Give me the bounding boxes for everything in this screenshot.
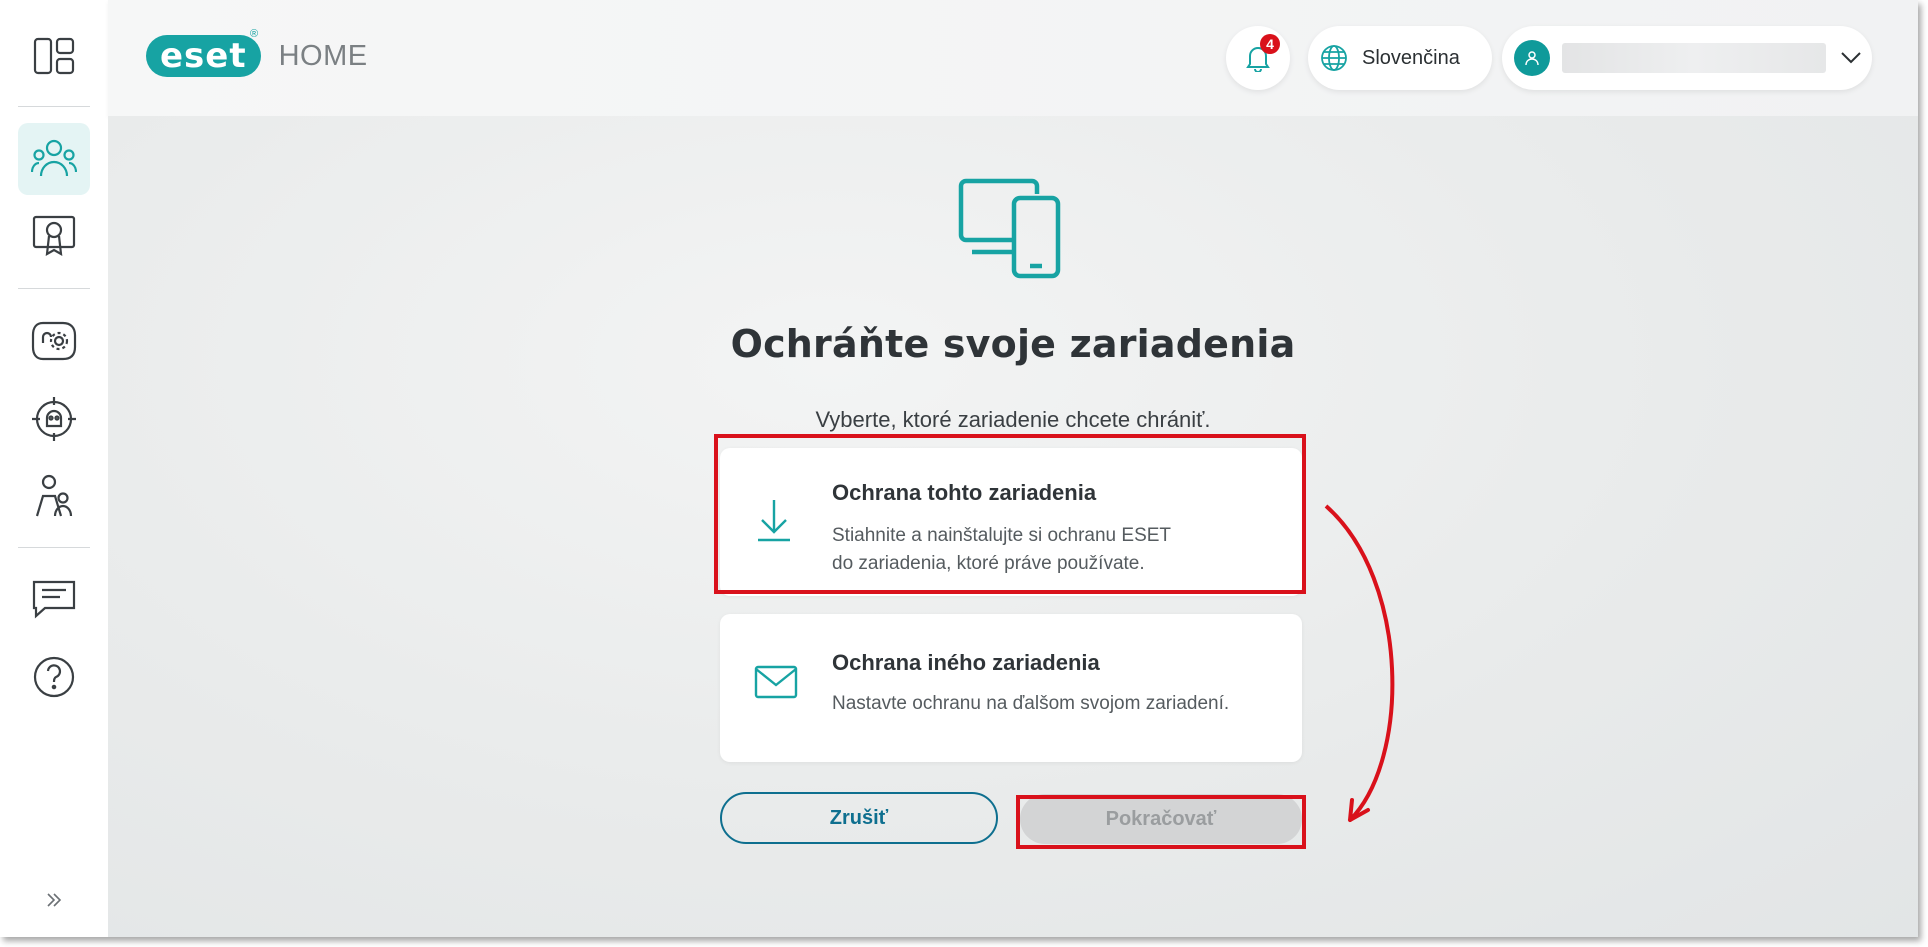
language-label: Slovenčina [1362,46,1460,69]
avatar [1514,40,1550,76]
sidebar [0,0,109,937]
sidebar-item-anti-theft[interactable] [18,305,90,377]
anti-theft-settings-icon [31,321,77,361]
double-chevron-right-icon [47,893,62,907]
people-icon [31,139,77,177]
page-subtitle: Vyberte, ktoré zariadenie chcete chrániť… [815,407,1211,432]
account-menu[interactable] [1502,26,1872,90]
eset-logo-mark: eset [146,35,261,77]
curved-arrow-annotation [1324,504,1395,822]
registered-mark: ® [250,28,259,40]
notification-count-badge: 4 [1260,34,1280,54]
eset-home-logo[interactable]: eset ® HOME [146,28,368,78]
download-icon [758,500,790,542]
app-window: eset ® HOME 4 Slovenčina Ochráňte svoje … [0,0,1918,937]
license-certificate-icon [32,215,76,257]
sidebar-item-feedback[interactable] [18,563,90,635]
notifications-button[interactable]: 4 [1226,26,1290,90]
option-title: Ochrana tohto zariadenia [832,480,1097,505]
top-header: eset ® HOME 4 Slovenčina [108,0,1918,116]
main-content: Ochráňte svoje zariadenia Vyberte, ktoré… [108,116,1918,937]
family-parental-icon [35,474,73,517]
language-selector[interactable]: Slovenčina [1308,26,1492,90]
devices-icon [958,178,1061,279]
option-other-device[interactable]: Ochrana iného zariadenia Nastavte ochran… [720,614,1302,762]
option-title: Ochrana iného zariadenia [832,650,1100,675]
logo-home-text: HOME [278,39,368,72]
sidebar-item-dashboard[interactable] [18,20,90,92]
email-icon [754,665,798,699]
chevron-down-icon [1841,52,1861,64]
dashboard-icon [33,37,75,75]
page-title: Ochráňte svoje zariadenia [730,322,1296,366]
sidebar-item-family[interactable] [18,460,90,532]
help-icon [33,656,75,698]
security-target-icon [32,397,76,441]
sidebar-item-security[interactable] [18,383,90,455]
sidebar-item-licenses[interactable] [18,200,90,272]
option-this-device[interactable]: Ochrana tohto zariadenia Stiahnite a nai… [720,448,1302,596]
feedback-message-icon [32,580,76,619]
account-name-blurred [1562,43,1826,73]
user-icon [1525,51,1539,66]
option-description: Nastavte ochranu na ďalšom svojom zariad… [832,693,1230,714]
cancel-button[interactable]: Zrušiť [720,792,998,844]
globe-icon [1321,45,1347,71]
sidebar-item-help[interactable] [18,641,90,713]
sidebar-item-people[interactable] [18,123,90,195]
sidebar-expand-button[interactable] [38,884,70,916]
option-description: Stiahnite a nainštalujte si ochranu ESET… [832,525,1172,574]
